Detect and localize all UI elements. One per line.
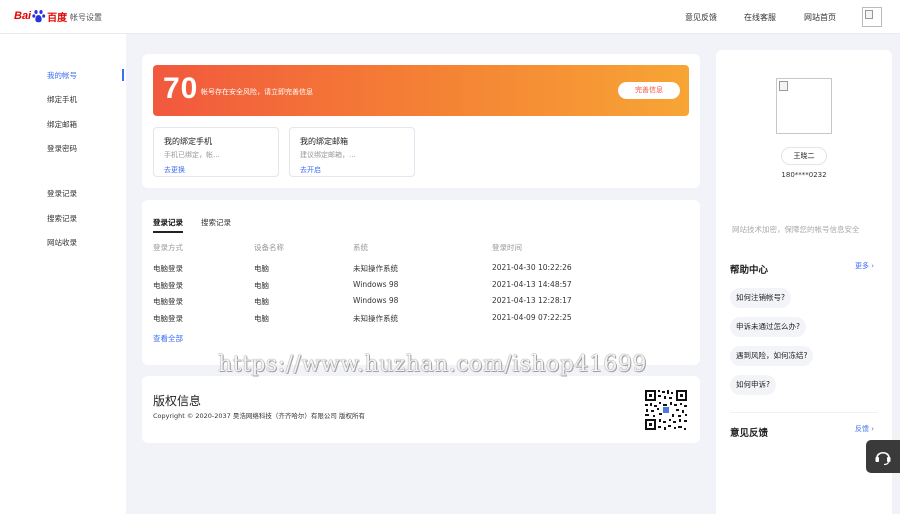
top-bar: Bai 百度 帐号设置 意见反馈 在线客服 网站首页 bbox=[0, 0, 900, 34]
copyright-text: Copyright © 2020-2037 昊浩网络科技（齐齐哈尔）有限公司 版… bbox=[153, 412, 365, 420]
customer-service-button[interactable] bbox=[866, 440, 900, 473]
cell-device: 电脑 bbox=[254, 297, 269, 306]
help-center-title: 帮助中心 bbox=[730, 265, 769, 276]
column-header-method: 登录方式 bbox=[153, 243, 183, 252]
bind-email-title: 我的绑定邮箱 bbox=[300, 137, 348, 146]
tab-underline bbox=[153, 231, 183, 233]
sidebar-item-my-account[interactable]: 我的帐号 bbox=[47, 70, 77, 81]
enable-email-link[interactable]: 去开启 bbox=[300, 165, 321, 175]
profile-phone: 180****0232 bbox=[781, 171, 827, 179]
headset-icon bbox=[875, 451, 891, 466]
user-avatar[interactable] bbox=[862, 7, 882, 27]
bind-email-box: 我的绑定邮箱 建议绑定邮箱，... 去开启 bbox=[289, 127, 415, 177]
sidebar-item-password[interactable]: 登录密码 bbox=[47, 143, 77, 154]
help-question[interactable]: 如何申诉? bbox=[730, 375, 776, 395]
view-all-link[interactable]: 查看全部 bbox=[153, 333, 183, 344]
cell-device: 电脑 bbox=[254, 264, 269, 273]
column-header-time: 登录时间 bbox=[492, 243, 522, 252]
cell-method: 电脑登录 bbox=[153, 314, 183, 323]
cell-time: 2021-04-13 14:48:57 bbox=[492, 280, 572, 289]
profile-name: 王晓二 bbox=[781, 147, 827, 165]
bind-email-desc: 建议绑定邮箱，... bbox=[300, 151, 356, 159]
baidu-logo[interactable]: Bai 百度 bbox=[14, 7, 67, 25]
nav-feedback[interactable]: 意见反馈 bbox=[685, 12, 717, 23]
paw-icon bbox=[32, 10, 46, 23]
cell-system: 未知操作系统 bbox=[353, 314, 398, 323]
nav-home[interactable]: 网站首页 bbox=[804, 12, 836, 23]
copyright-title: 版权信息 bbox=[153, 394, 202, 408]
cell-method: 电脑登录 bbox=[153, 281, 183, 290]
cell-system: Windows 98 bbox=[353, 280, 399, 289]
security-score-banner: 70 帐号存在安全风险，请立即完善信息 完善信息 bbox=[153, 65, 689, 116]
sidebar-item-search-records[interactable]: 搜索记录 bbox=[47, 213, 77, 224]
nav-online-service[interactable]: 在线客服 bbox=[744, 12, 776, 23]
chevron-right-icon: › bbox=[871, 425, 875, 433]
tab-login-records[interactable]: 登录记录 bbox=[153, 217, 183, 228]
qr-code bbox=[643, 388, 689, 432]
logo-text-du: 百度 bbox=[47, 12, 68, 24]
cell-method: 电脑登录 bbox=[153, 264, 183, 273]
help-more-link[interactable]: 更多 › bbox=[855, 261, 874, 271]
security-note: 网站技术加密，保障您的帐号信息安全 bbox=[732, 225, 860, 234]
cell-system: Windows 98 bbox=[353, 296, 399, 305]
watermark-text: https://www.huzhan.com/ishop41699 bbox=[218, 352, 647, 377]
complete-info-button[interactable]: 完善信息 bbox=[618, 82, 680, 99]
chevron-right-icon: › bbox=[871, 262, 875, 270]
sidebar-item-bind-phone[interactable]: 绑定手机 bbox=[47, 94, 77, 105]
page-subtitle: 帐号设置 bbox=[70, 13, 102, 22]
logo-text-bai: Bai bbox=[14, 10, 32, 22]
column-header-system: 系统 bbox=[353, 243, 368, 252]
cell-device: 电脑 bbox=[254, 314, 269, 323]
security-message: 帐号存在安全风险，请立即完善信息 bbox=[201, 88, 313, 96]
cell-time: 2021-04-13 12:28:17 bbox=[492, 296, 572, 305]
column-header-device: 设备名称 bbox=[254, 243, 284, 252]
bind-phone-box: 我的绑定手机 手机已绑定，帐... 去更换 bbox=[153, 127, 279, 177]
profile-avatar[interactable] bbox=[776, 78, 832, 134]
security-score: 70 bbox=[163, 72, 199, 105]
feedback-title: 意见反馈 bbox=[730, 428, 769, 439]
cell-device: 电脑 bbox=[254, 281, 269, 290]
help-more-label: 更多 bbox=[855, 262, 869, 270]
bind-phone-title: 我的绑定手机 bbox=[164, 137, 212, 146]
sidebar-item-bind-email[interactable]: 绑定邮箱 bbox=[47, 119, 77, 130]
help-question[interactable]: 遇到风险，如何冻结? bbox=[730, 346, 814, 366]
divider bbox=[730, 412, 878, 413]
active-indicator bbox=[122, 69, 124, 81]
bind-phone-desc: 手机已绑定，帐... bbox=[164, 151, 220, 159]
change-phone-link[interactable]: 去更换 bbox=[164, 165, 185, 175]
sidebar-item-login-records[interactable]: 登录记录 bbox=[47, 188, 77, 199]
sidebar: 我的帐号 绑定手机 绑定邮箱 登录密码 登录记录 搜索记录 网站收录 bbox=[0, 34, 126, 514]
sidebar-item-site-index[interactable]: 网站收录 bbox=[47, 237, 77, 248]
cell-method: 电脑登录 bbox=[153, 297, 183, 306]
cell-time: 2021-04-30 10:22:26 bbox=[492, 263, 572, 272]
help-question[interactable]: 申诉未通过怎么办? bbox=[730, 317, 806, 337]
help-question[interactable]: 如何注销帐号? bbox=[730, 288, 791, 308]
feedback-link[interactable]: 反馈 › bbox=[855, 424, 874, 434]
feedback-link-label: 反馈 bbox=[855, 425, 869, 433]
cell-system: 未知操作系统 bbox=[353, 264, 398, 273]
tab-search-records[interactable]: 搜索记录 bbox=[201, 217, 231, 228]
cell-time: 2021-04-09 07:22:25 bbox=[492, 313, 572, 322]
